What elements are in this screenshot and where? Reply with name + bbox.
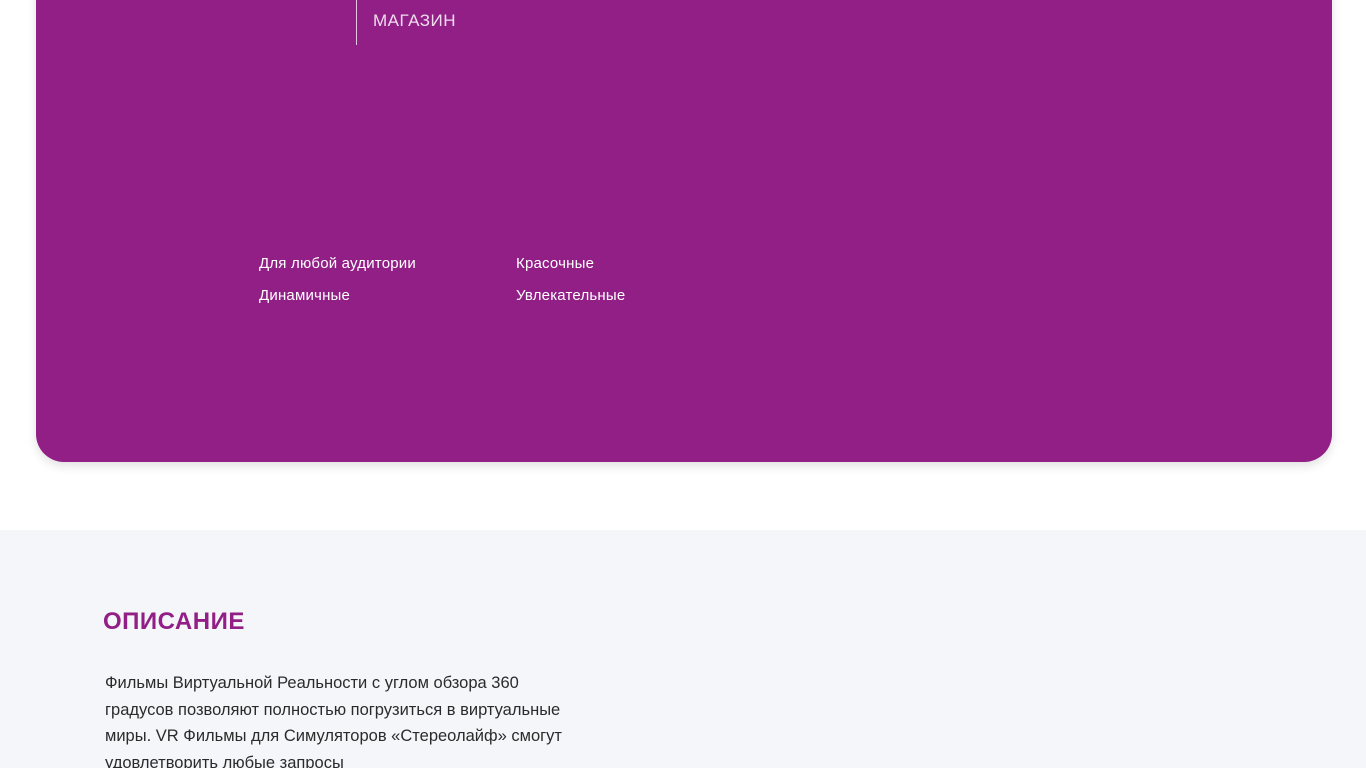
feature-item-colorful: Красочные [516, 255, 595, 272]
page: МАГАЗИН Для любой аудитории Красочные Ди… [0, 0, 1366, 768]
hero-card: МАГАЗИН Для любой аудитории Красочные Ди… [36, 0, 1332, 462]
feature-item-dynamic: Динамичные [259, 287, 351, 304]
feature-item-exciting: Увлекательные [516, 287, 626, 304]
description-section: ОПИСАНИЕ Фильмы Виртуальной Реальности с… [0, 530, 1366, 768]
nav-divider [356, 0, 357, 45]
feature-item-audience: Для любой аудитории [259, 255, 416, 272]
description-title: ОПИСАНИЕ [103, 608, 245, 635]
nav-link-shop[interactable]: МАГАЗИН [373, 11, 456, 31]
description-text: Фильмы Виртуальной Реальности с углом об… [105, 674, 562, 768]
